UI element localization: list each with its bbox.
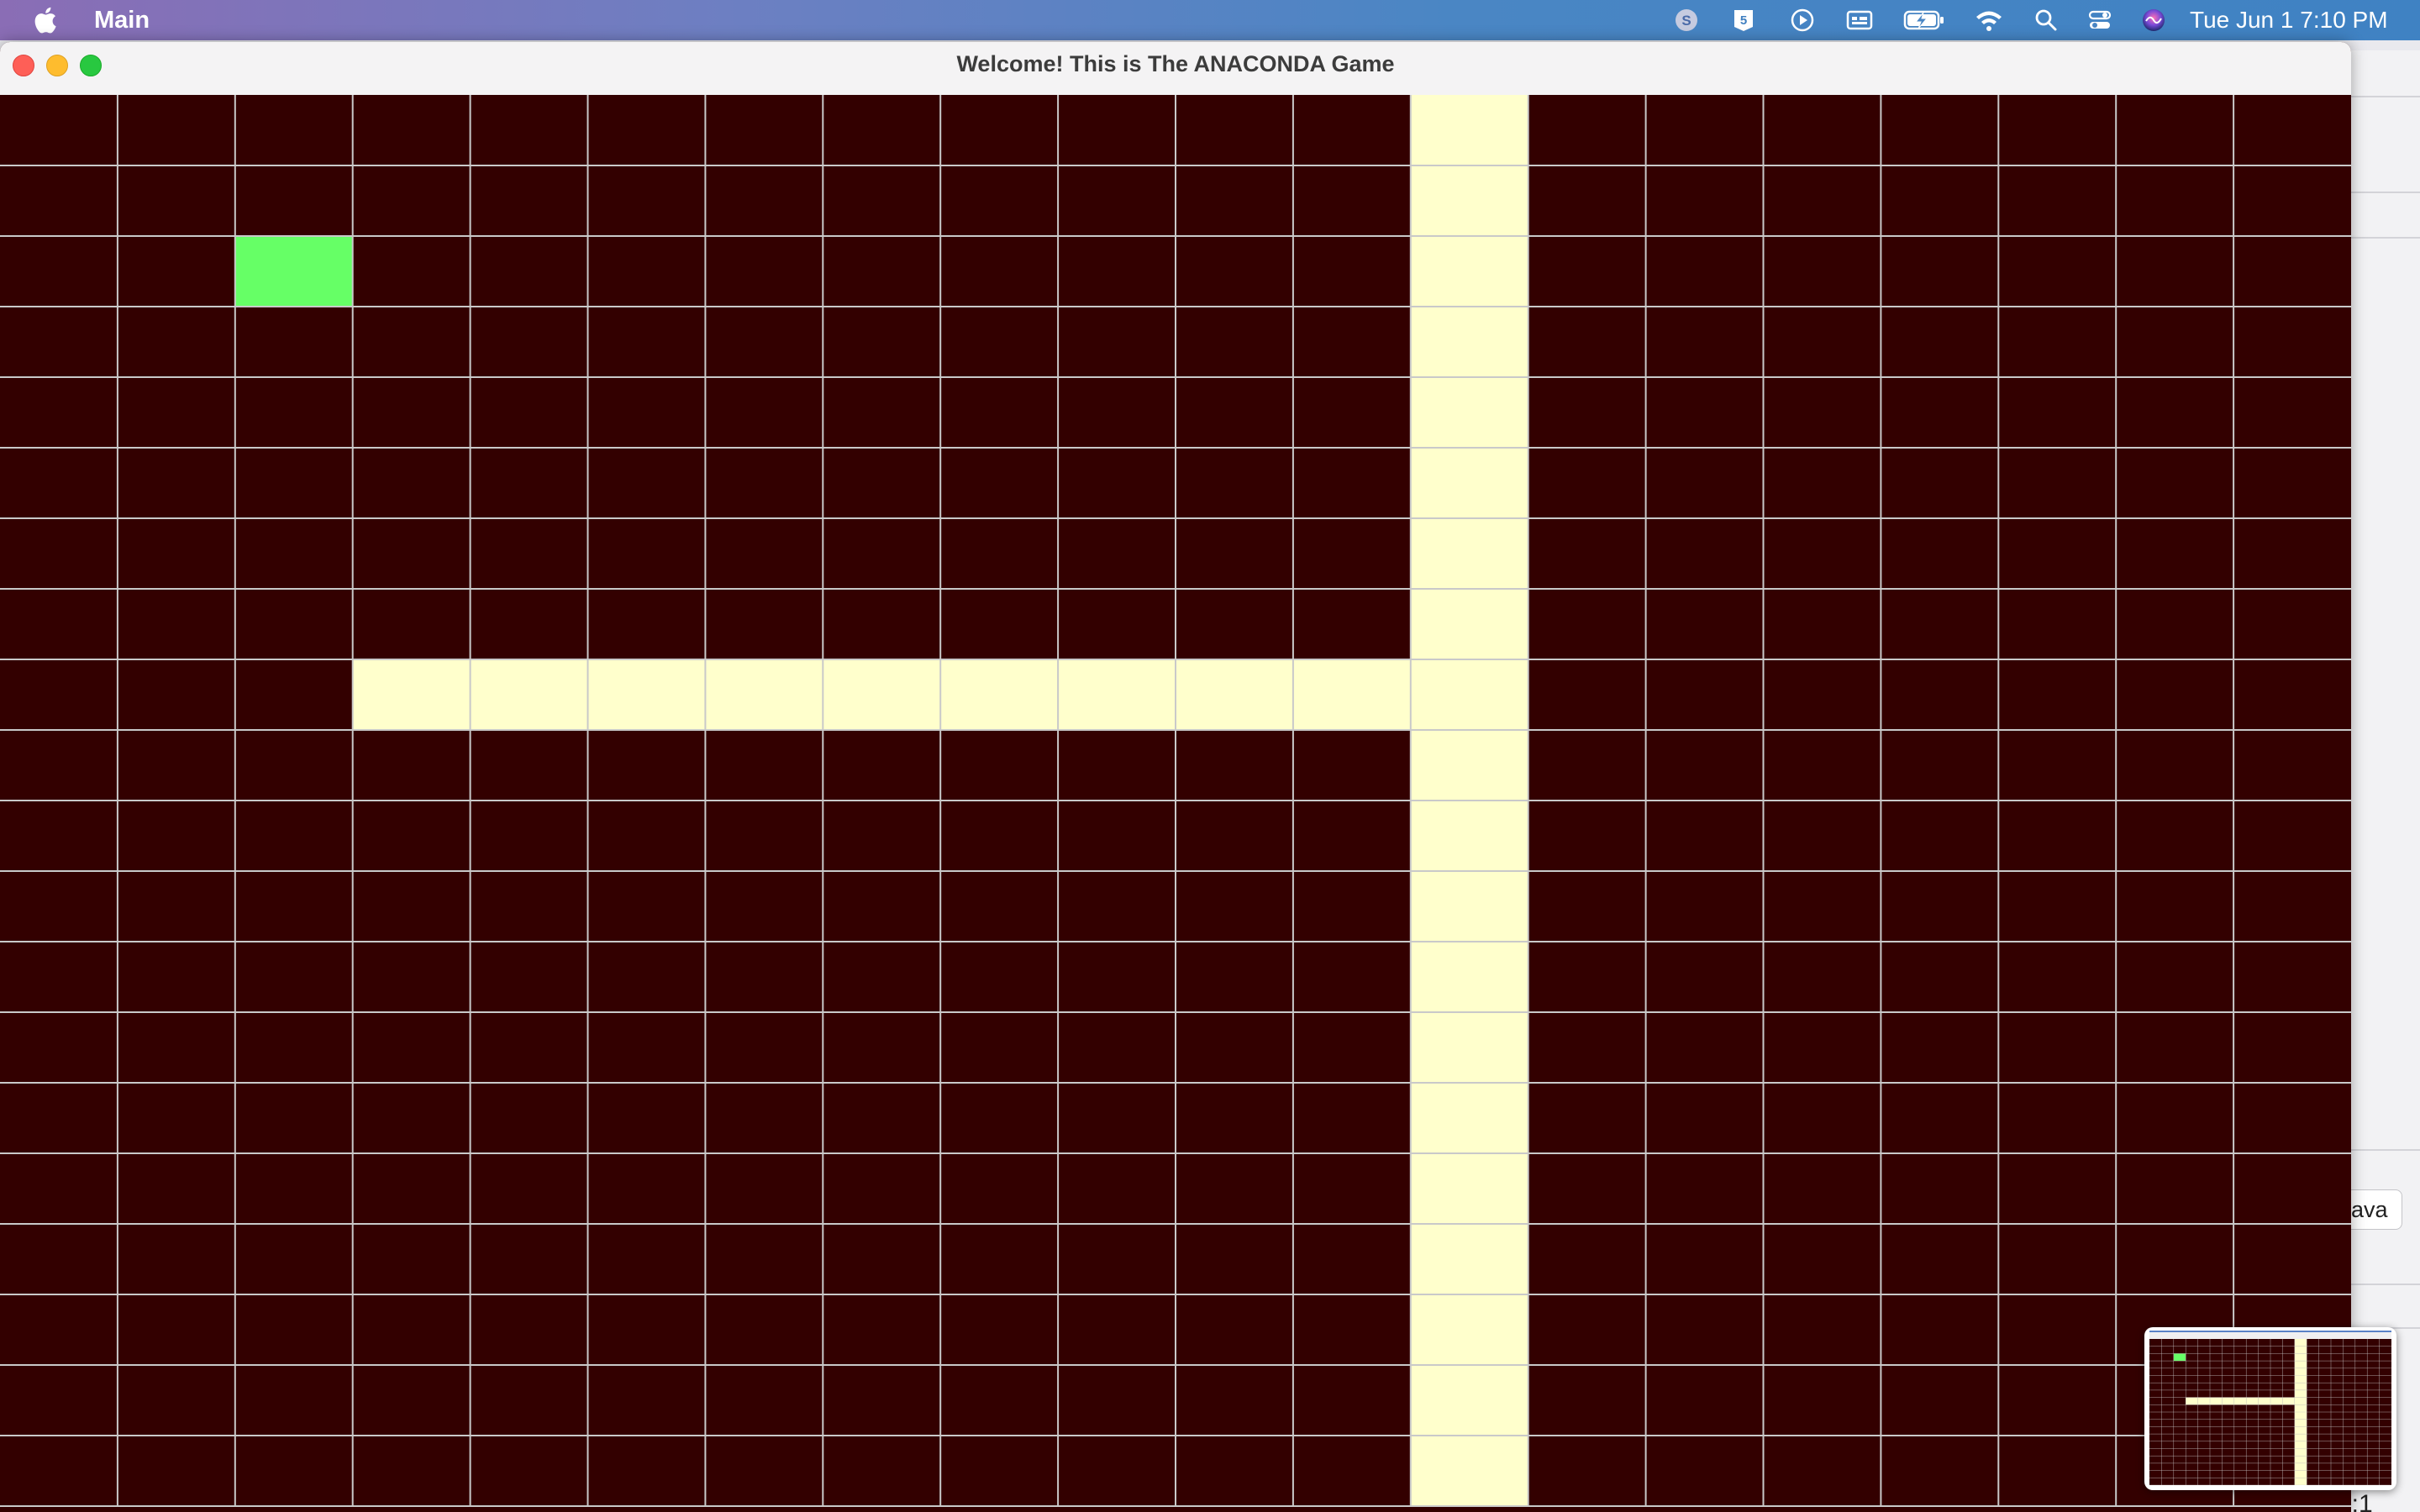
wifi-icon[interactable] bbox=[1975, 6, 2003, 34]
app-menu-title[interactable]: Main bbox=[94, 6, 150, 34]
divider bbox=[2345, 96, 2420, 97]
snake-segment bbox=[587, 659, 706, 730]
snake-segment bbox=[2294, 1339, 2307, 1347]
snake-segment bbox=[2294, 1478, 2307, 1485]
snake-segment bbox=[705, 659, 823, 730]
snake-segment bbox=[1410, 518, 1528, 589]
screen-mirror-icon[interactable] bbox=[1845, 6, 1874, 34]
background-window bbox=[2344, 50, 2420, 1512]
skype-icon[interactable]: S bbox=[1672, 6, 1701, 34]
snake-segment bbox=[2294, 1389, 2307, 1398]
snake-segment bbox=[940, 659, 1059, 730]
snake-segment bbox=[1410, 942, 1528, 1012]
snake-segment bbox=[1410, 659, 1528, 730]
food-cell bbox=[2173, 1353, 2186, 1362]
snake-segment bbox=[2294, 1470, 2307, 1478]
snake-segment bbox=[1410, 165, 1528, 236]
snake-segment bbox=[2294, 1456, 2307, 1463]
snake-segment bbox=[352, 659, 471, 730]
snake-segment bbox=[1410, 1294, 1528, 1365]
control-center-icon[interactable] bbox=[2086, 6, 2114, 34]
snake-segment bbox=[2294, 1434, 2307, 1441]
divider bbox=[2345, 192, 2420, 193]
food-cell bbox=[234, 236, 353, 307]
svg-text:5: 5 bbox=[1740, 13, 1747, 28]
snake-segment bbox=[2294, 1412, 2307, 1420]
snake-segment bbox=[2294, 1441, 2307, 1449]
snake-segment bbox=[2270, 1397, 2283, 1405]
snake-segment bbox=[1410, 95, 1528, 165]
snake-segment bbox=[1410, 236, 1528, 307]
snake-segment bbox=[2294, 1426, 2307, 1435]
snake-segment bbox=[1410, 1083, 1528, 1153]
snake-segment bbox=[2186, 1397, 2198, 1405]
snake-segment bbox=[1410, 589, 1528, 659]
menu-bar-clock[interactable]: Tue Jun 1 7:10 PM bbox=[2190, 6, 2388, 34]
spotlight-search-icon[interactable] bbox=[2032, 6, 2060, 34]
thumbnail-preview bbox=[2149, 1331, 2391, 1485]
siri-icon[interactable] bbox=[2139, 6, 2168, 34]
apple-menu-icon[interactable] bbox=[32, 5, 57, 35]
snake-segment bbox=[2294, 1346, 2307, 1354]
snake-segment bbox=[2294, 1375, 2307, 1383]
divider bbox=[2345, 1284, 2420, 1285]
snake-segment bbox=[2197, 1397, 2210, 1405]
thumbnail-board bbox=[2149, 1339, 2391, 1485]
snake-segment bbox=[2294, 1397, 2307, 1405]
menu-bar: Main S 5 Tue Jun 1 7:10 PM bbox=[0, 0, 2420, 40]
game-window: Welcome! This is The ANACONDA Game bbox=[0, 42, 2351, 1512]
snake-segment bbox=[2282, 1397, 2295, 1405]
thumbnail-titlebar bbox=[2149, 1332, 2391, 1339]
snake-segment bbox=[2294, 1448, 2307, 1457]
snake-segment bbox=[1410, 307, 1528, 377]
snake-segment bbox=[2294, 1419, 2307, 1427]
snake-segment bbox=[2294, 1404, 2307, 1412]
snake-segment bbox=[1410, 1224, 1528, 1294]
snake-segment bbox=[2294, 1353, 2307, 1362]
window-title: Welcome! This is The ANACONDA Game bbox=[956, 51, 1395, 76]
snake-segment bbox=[2222, 1397, 2234, 1405]
snake-segment bbox=[1410, 1012, 1528, 1083]
snake-segment bbox=[1410, 1365, 1528, 1436]
snake-segment bbox=[1410, 730, 1528, 801]
snake-segment bbox=[1410, 1436, 1528, 1506]
play-circle-icon[interactable] bbox=[1788, 6, 1817, 34]
divider bbox=[2345, 237, 2420, 239]
snake-segment bbox=[2210, 1397, 2223, 1405]
snake-segment bbox=[2246, 1397, 2259, 1405]
divider bbox=[2345, 1149, 2420, 1151]
snake-segment bbox=[1410, 448, 1528, 518]
snake-segment bbox=[2258, 1397, 2270, 1405]
svg-text:S: S bbox=[1681, 13, 1691, 29]
snake-segment bbox=[1410, 377, 1528, 448]
s5-icon[interactable]: 5 bbox=[1729, 6, 1758, 34]
snake-segment bbox=[470, 659, 588, 730]
screenshot-thumbnail[interactable] bbox=[2144, 1327, 2396, 1490]
snake-segment bbox=[2294, 1462, 2307, 1471]
snake-segment bbox=[2294, 1383, 2307, 1390]
snake-segment bbox=[1176, 659, 1293, 730]
snake-segment bbox=[1292, 659, 1411, 730]
game-board[interactable] bbox=[0, 95, 2351, 1512]
snake-segment bbox=[2294, 1361, 2307, 1368]
snake-segment bbox=[823, 659, 941, 730]
snake-segment bbox=[1410, 1153, 1528, 1224]
snake-segment bbox=[1058, 659, 1176, 730]
battery-charging-icon[interactable] bbox=[1902, 6, 1946, 34]
snake-segment bbox=[2294, 1368, 2307, 1376]
snake-segment bbox=[2233, 1397, 2247, 1405]
snake-segment bbox=[1410, 801, 1528, 871]
snake-segment bbox=[1410, 871, 1528, 942]
window-titlebar[interactable]: Welcome! This is The ANACONDA Game bbox=[0, 42, 2351, 96]
